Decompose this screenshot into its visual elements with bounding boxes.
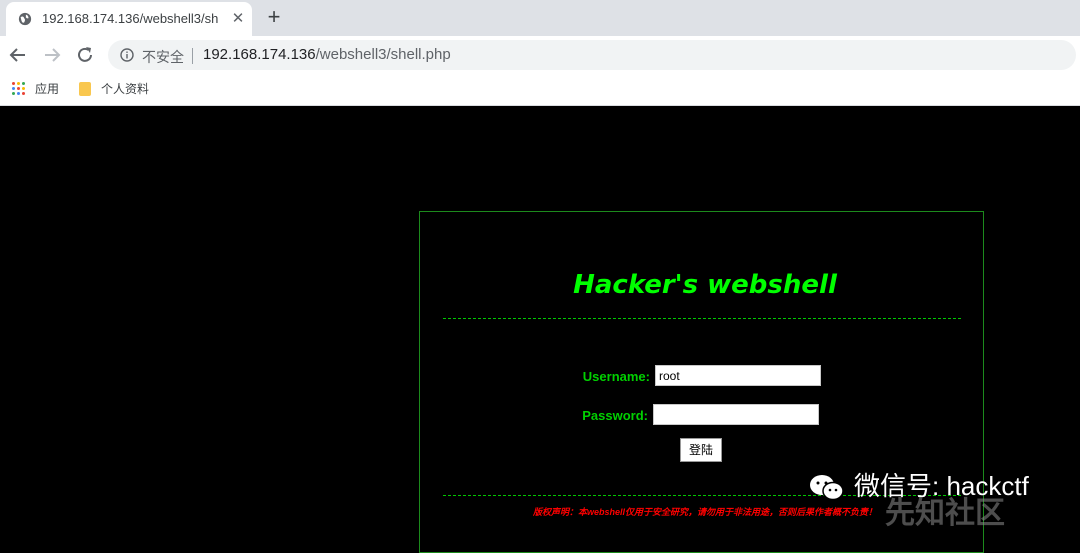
wechat-icon bbox=[810, 475, 844, 501]
back-arrow-icon[interactable] bbox=[6, 43, 30, 67]
close-tab-icon[interactable]: ✕ bbox=[229, 10, 247, 28]
browser-tab[interactable]: 192.168.174.136/webshell3/sh ✕ bbox=[6, 2, 252, 36]
folder-icon bbox=[79, 82, 91, 96]
bookmark-folder[interactable]: 个人资料 bbox=[101, 80, 149, 98]
apps-grid-icon[interactable] bbox=[12, 82, 26, 96]
password-input[interactable] bbox=[653, 404, 819, 425]
username-label: Username: bbox=[582, 369, 650, 384]
login-button[interactable]: 登陆 bbox=[680, 438, 722, 462]
url-text[interactable]: 192.168.174.136/webshell3/shell.php bbox=[203, 46, 451, 63]
info-icon[interactable] bbox=[120, 48, 134, 62]
omnibox-divider bbox=[192, 48, 193, 64]
reload-icon[interactable] bbox=[73, 43, 97, 67]
divider-top bbox=[443, 318, 961, 319]
page-title: Hacker's webshell bbox=[573, 270, 837, 300]
password-label: Password: bbox=[582, 408, 648, 423]
bookmarks-bar: 应用 个人资料 bbox=[0, 74, 1080, 106]
url-path: /webshell3/shell.php bbox=[315, 46, 451, 63]
tab-strip: 192.168.174.136/webshell3/sh ✕ + bbox=[0, 0, 1080, 36]
site-watermark: 先知社区 bbox=[885, 497, 1005, 530]
browser-toolbar: 不安全 192.168.174.136/webshell3/shell.php bbox=[0, 36, 1080, 74]
insecure-label: 不安全 bbox=[142, 49, 184, 65]
tab-title: 192.168.174.136/webshell3/sh bbox=[42, 11, 219, 26]
bookmark-apps[interactable]: 应用 bbox=[35, 80, 59, 98]
username-input[interactable] bbox=[655, 365, 821, 386]
address-bar[interactable]: 不安全 192.168.174.136/webshell3/shell.php bbox=[108, 40, 1076, 70]
globe-icon bbox=[18, 12, 32, 26]
forward-arrow-icon[interactable] bbox=[40, 43, 64, 67]
new-tab-button[interactable]: + bbox=[262, 6, 286, 30]
url-host: 192.168.174.136 bbox=[203, 46, 316, 63]
